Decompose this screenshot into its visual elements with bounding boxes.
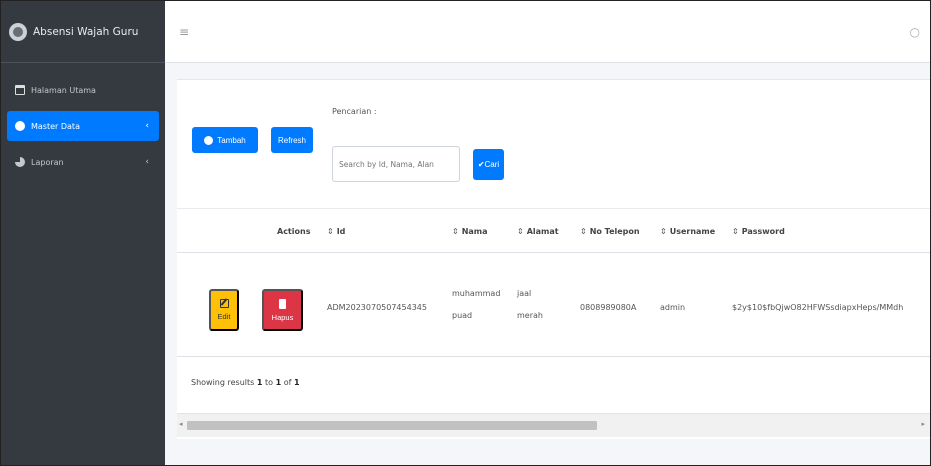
header-id[interactable]: ⇕ Id <box>327 227 345 236</box>
sort-icon: ⇕ <box>327 227 334 236</box>
sort-icon: ⇕ <box>452 227 459 236</box>
header-password[interactable]: ⇕ Password <box>732 227 785 236</box>
logo-icon <box>9 22 27 41</box>
topbar: ≡ ○ <box>165 1 930 63</box>
cari-button[interactable]: ✔ Cari <box>473 149 504 180</box>
brand-title: Absensi Wajah Guru <box>33 25 139 38</box>
cell-nama-2: puad <box>452 311 473 320</box>
cell-alamat-2: merah <box>517 311 543 320</box>
sidebar-item-label: Master Data <box>31 121 80 131</box>
sort-icon: ⇕ <box>580 227 587 236</box>
header-username[interactable]: ⇕ Username <box>660 227 715 236</box>
calendar-icon <box>15 85 25 95</box>
scroll-thumb[interactable] <box>187 421 597 430</box>
data-table: Actions ⇕ Id ⇕ Nama ⇕ Alamat ⇕ No Telepon ⇕ U… <box>177 208 930 357</box>
header-alamat[interactable]: ⇕ Alamat <box>517 227 559 236</box>
table-row: Edit Hapus ADM2023070507454345 muhammad … <box>177 253 930 357</box>
sidebar-item-halaman-utama[interactable]: Halaman Utama <box>7 75 159 105</box>
refresh-button[interactable]: Refresh <box>271 127 313 153</box>
sidebar-item-label: Halaman Utama <box>31 85 96 95</box>
trash-icon <box>279 298 286 309</box>
header-actions: Actions <box>277 227 311 236</box>
sort-icon: ⇕ <box>660 227 667 236</box>
brand[interactable]: Absensi Wajah Guru <box>1 1 165 63</box>
pie-chart-icon <box>15 157 25 167</box>
app-window: Absensi Wajah Guru Halaman Utama Master … <box>0 0 931 466</box>
cari-label: Cari <box>484 160 500 169</box>
horizontal-scrollbar[interactable]: ◂ ▸ <box>177 413 930 437</box>
search-input[interactable] <box>332 146 460 182</box>
cell-nama-1: muhammad <box>452 289 501 298</box>
hapus-button[interactable]: Hapus <box>262 289 303 331</box>
sort-icon: ⇕ <box>732 227 739 236</box>
sidebar-nav: Halaman Utama Master Data ‹ Laporan ‹ <box>1 63 165 189</box>
table-header: Actions ⇕ Id ⇕ Nama ⇕ Alamat ⇕ No Telepon ⇕ U… <box>177 209 930 253</box>
edit-button[interactable]: Edit <box>209 289 239 331</box>
cell-id: ADM2023070507454345 <box>327 303 427 312</box>
refresh-label: Refresh <box>277 135 306 145</box>
circle-icon <box>15 121 25 131</box>
edit-icon <box>219 299 229 308</box>
tambah-button[interactable]: Tambah <box>192 127 258 153</box>
cell-username: admin <box>660 303 686 312</box>
user-icon[interactable]: ○ <box>910 25 920 39</box>
check-icon: ✔ <box>477 160 485 169</box>
plus-circle-icon <box>204 135 214 145</box>
cell-alamat-1: jaal <box>517 289 532 298</box>
search-label: Pencarian : <box>332 107 377 116</box>
chevron-left-icon: ‹ <box>145 121 149 131</box>
sort-icon: ⇕ <box>517 227 524 236</box>
sidebar-item-label: Laporan <box>31 157 64 167</box>
cell-password: $2y$10$fbQjwO82HFWSsdiapxHeps/MMdh <box>732 303 904 312</box>
chevron-left-icon: ‹ <box>145 157 149 167</box>
scroll-right-arrow-icon[interactable]: ▸ <box>921 420 925 428</box>
hamburger-icon[interactable]: ≡ <box>179 25 189 39</box>
header-nama[interactable]: ⇕ Nama <box>452 227 488 236</box>
sidebar-item-laporan[interactable]: Laporan ‹ <box>7 147 159 177</box>
tambah-label: Tambah <box>217 135 246 145</box>
cell-no-telepon: 0808989080A <box>580 303 637 312</box>
scroll-left-arrow-icon[interactable]: ◂ <box>179 420 183 428</box>
sidebar: Absensi Wajah Guru Halaman Utama Master … <box>1 1 165 465</box>
header-no-telepon[interactable]: ⇕ No Telepon <box>580 227 640 236</box>
master-data-card: Tambah Refresh Pencarian : ✔ Cari Action… <box>177 79 930 439</box>
results-summary: Showing results 1 to 1 of 1 <box>191 378 300 387</box>
sidebar-item-master-data[interactable]: Master Data ‹ <box>7 111 159 141</box>
